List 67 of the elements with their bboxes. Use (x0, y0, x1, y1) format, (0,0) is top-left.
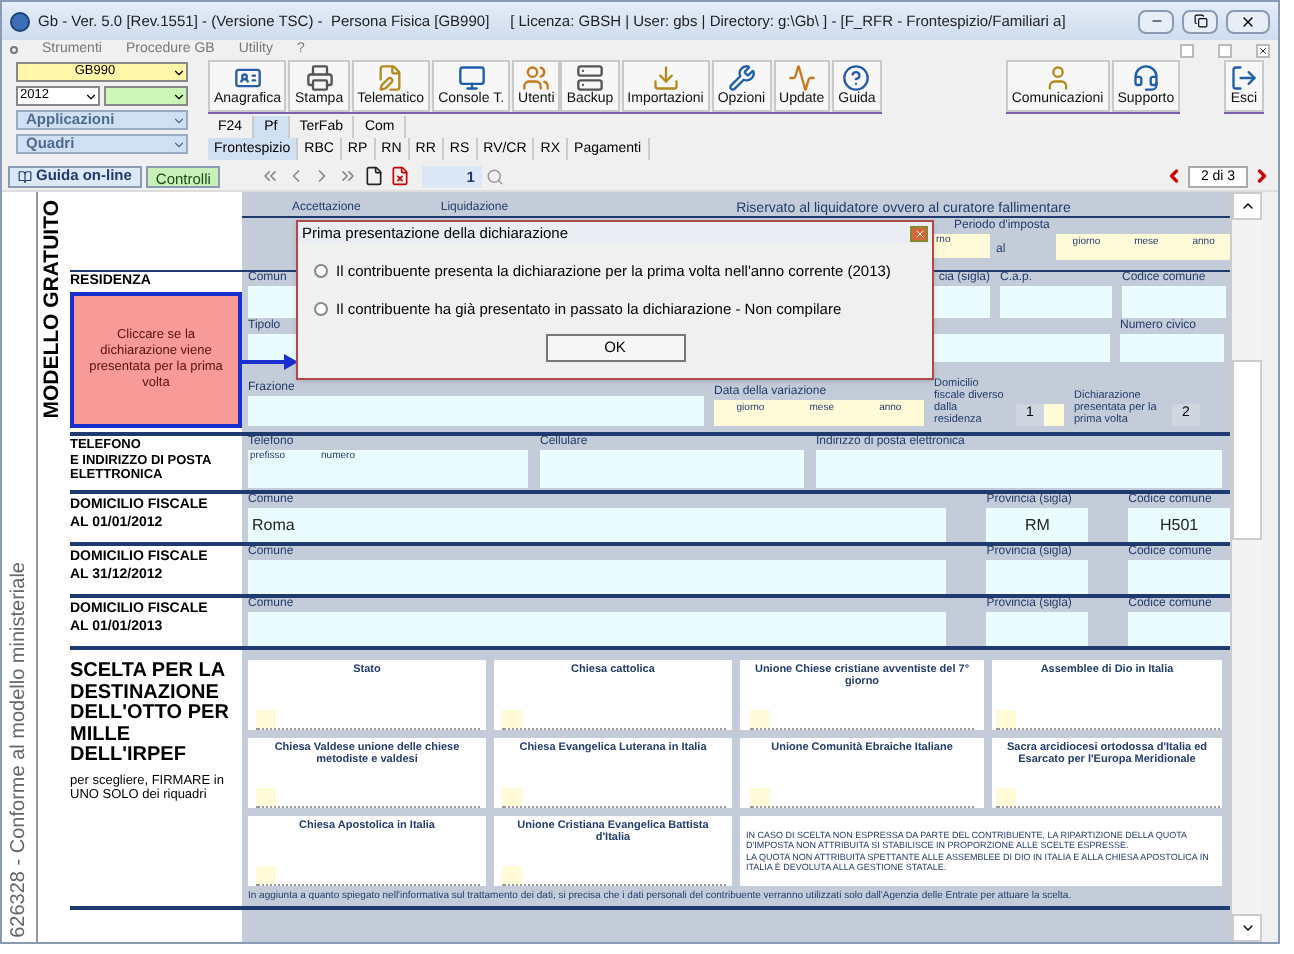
input-field[interactable]: Roma (248, 508, 947, 542)
menu-icon[interactable] (10, 46, 18, 54)
input-field[interactable] (1122, 286, 1226, 318)
input-field[interactable] (1120, 334, 1224, 362)
person-icon (1043, 64, 1072, 92)
signature-line[interactable] (750, 710, 974, 730)
model-title: MODELLO GRATUITO (38, 200, 67, 419)
pen-document-icon (376, 64, 405, 92)
filter-select[interactable] (104, 86, 188, 106)
scroll-thumb[interactable] (1232, 360, 1262, 540)
input-field[interactable]: H501 (1128, 508, 1230, 542)
pulse-icon (787, 64, 816, 92)
vertical-note: 626328 - Conforme al modello ministeriale (6, 562, 32, 938)
input-field[interactable] (986, 560, 1089, 594)
input-field[interactable] (540, 450, 804, 488)
id-card-icon (233, 64, 262, 92)
pointer-arrow (242, 354, 298, 370)
input-field[interactable] (1044, 404, 1064, 426)
printer-icon (305, 64, 334, 92)
signature-line[interactable] (501, 788, 725, 808)
download-icon (651, 64, 680, 92)
signature-line[interactable] (255, 788, 479, 808)
next-icon[interactable] (1252, 166, 1272, 186)
signature-line[interactable] (255, 866, 479, 886)
previous-icon[interactable] (1164, 166, 1184, 186)
input-field[interactable]: RM (986, 508, 1089, 542)
input-field[interactable] (248, 560, 947, 594)
monitor-icon (457, 64, 486, 92)
close-icon (913, 227, 925, 239)
scroll-down-button[interactable] (1232, 914, 1262, 942)
input-field[interactable] (248, 612, 947, 646)
signature-line[interactable] (750, 788, 974, 808)
close-icon (1240, 13, 1256, 29)
help-icon (842, 64, 871, 92)
input-field[interactable] (1128, 560, 1230, 594)
delete-page-icon[interactable] (390, 166, 411, 186)
search-icon[interactable] (486, 167, 505, 185)
input-field[interactable] (248, 396, 704, 426)
app-logo-icon (10, 11, 30, 31)
signature-line[interactable] (501, 710, 725, 730)
scroll-up-button[interactable] (1232, 192, 1262, 220)
wrench-icon (727, 64, 756, 92)
section-title: SCELTA PER LA DESTINAZIONE DELL'OTTO PER MILLE DELL'IRPEF (70, 662, 231, 767)
input-field[interactable] (816, 450, 1222, 488)
dropdown-icon (84, 89, 98, 103)
radio-button[interactable] (314, 302, 328, 317)
server-icon (575, 64, 604, 92)
restore-button[interactable] (1182, 9, 1218, 33)
input-field[interactable] (1000, 286, 1112, 318)
radio-button[interactable] (314, 264, 328, 279)
signature-line[interactable] (255, 710, 479, 730)
close-button[interactable] (1256, 43, 1270, 57)
minimize-button[interactable] (1180, 43, 1194, 57)
signature-line[interactable] (995, 788, 1219, 808)
minimize-icon (1149, 14, 1163, 28)
book-icon (18, 169, 32, 183)
restore-icon (1193, 14, 1207, 28)
headset-icon (1131, 64, 1160, 92)
signature-line[interactable] (501, 866, 725, 886)
input-field[interactable] (1128, 612, 1230, 646)
signature-line[interactable] (995, 710, 1219, 730)
exit-icon (1230, 64, 1258, 92)
new-page-icon[interactable] (364, 166, 385, 186)
input-field[interactable] (986, 612, 1089, 646)
scrollbar[interactable] (1230, 192, 1262, 942)
users-icon (522, 64, 551, 92)
first-page-icon[interactable] (260, 166, 281, 186)
